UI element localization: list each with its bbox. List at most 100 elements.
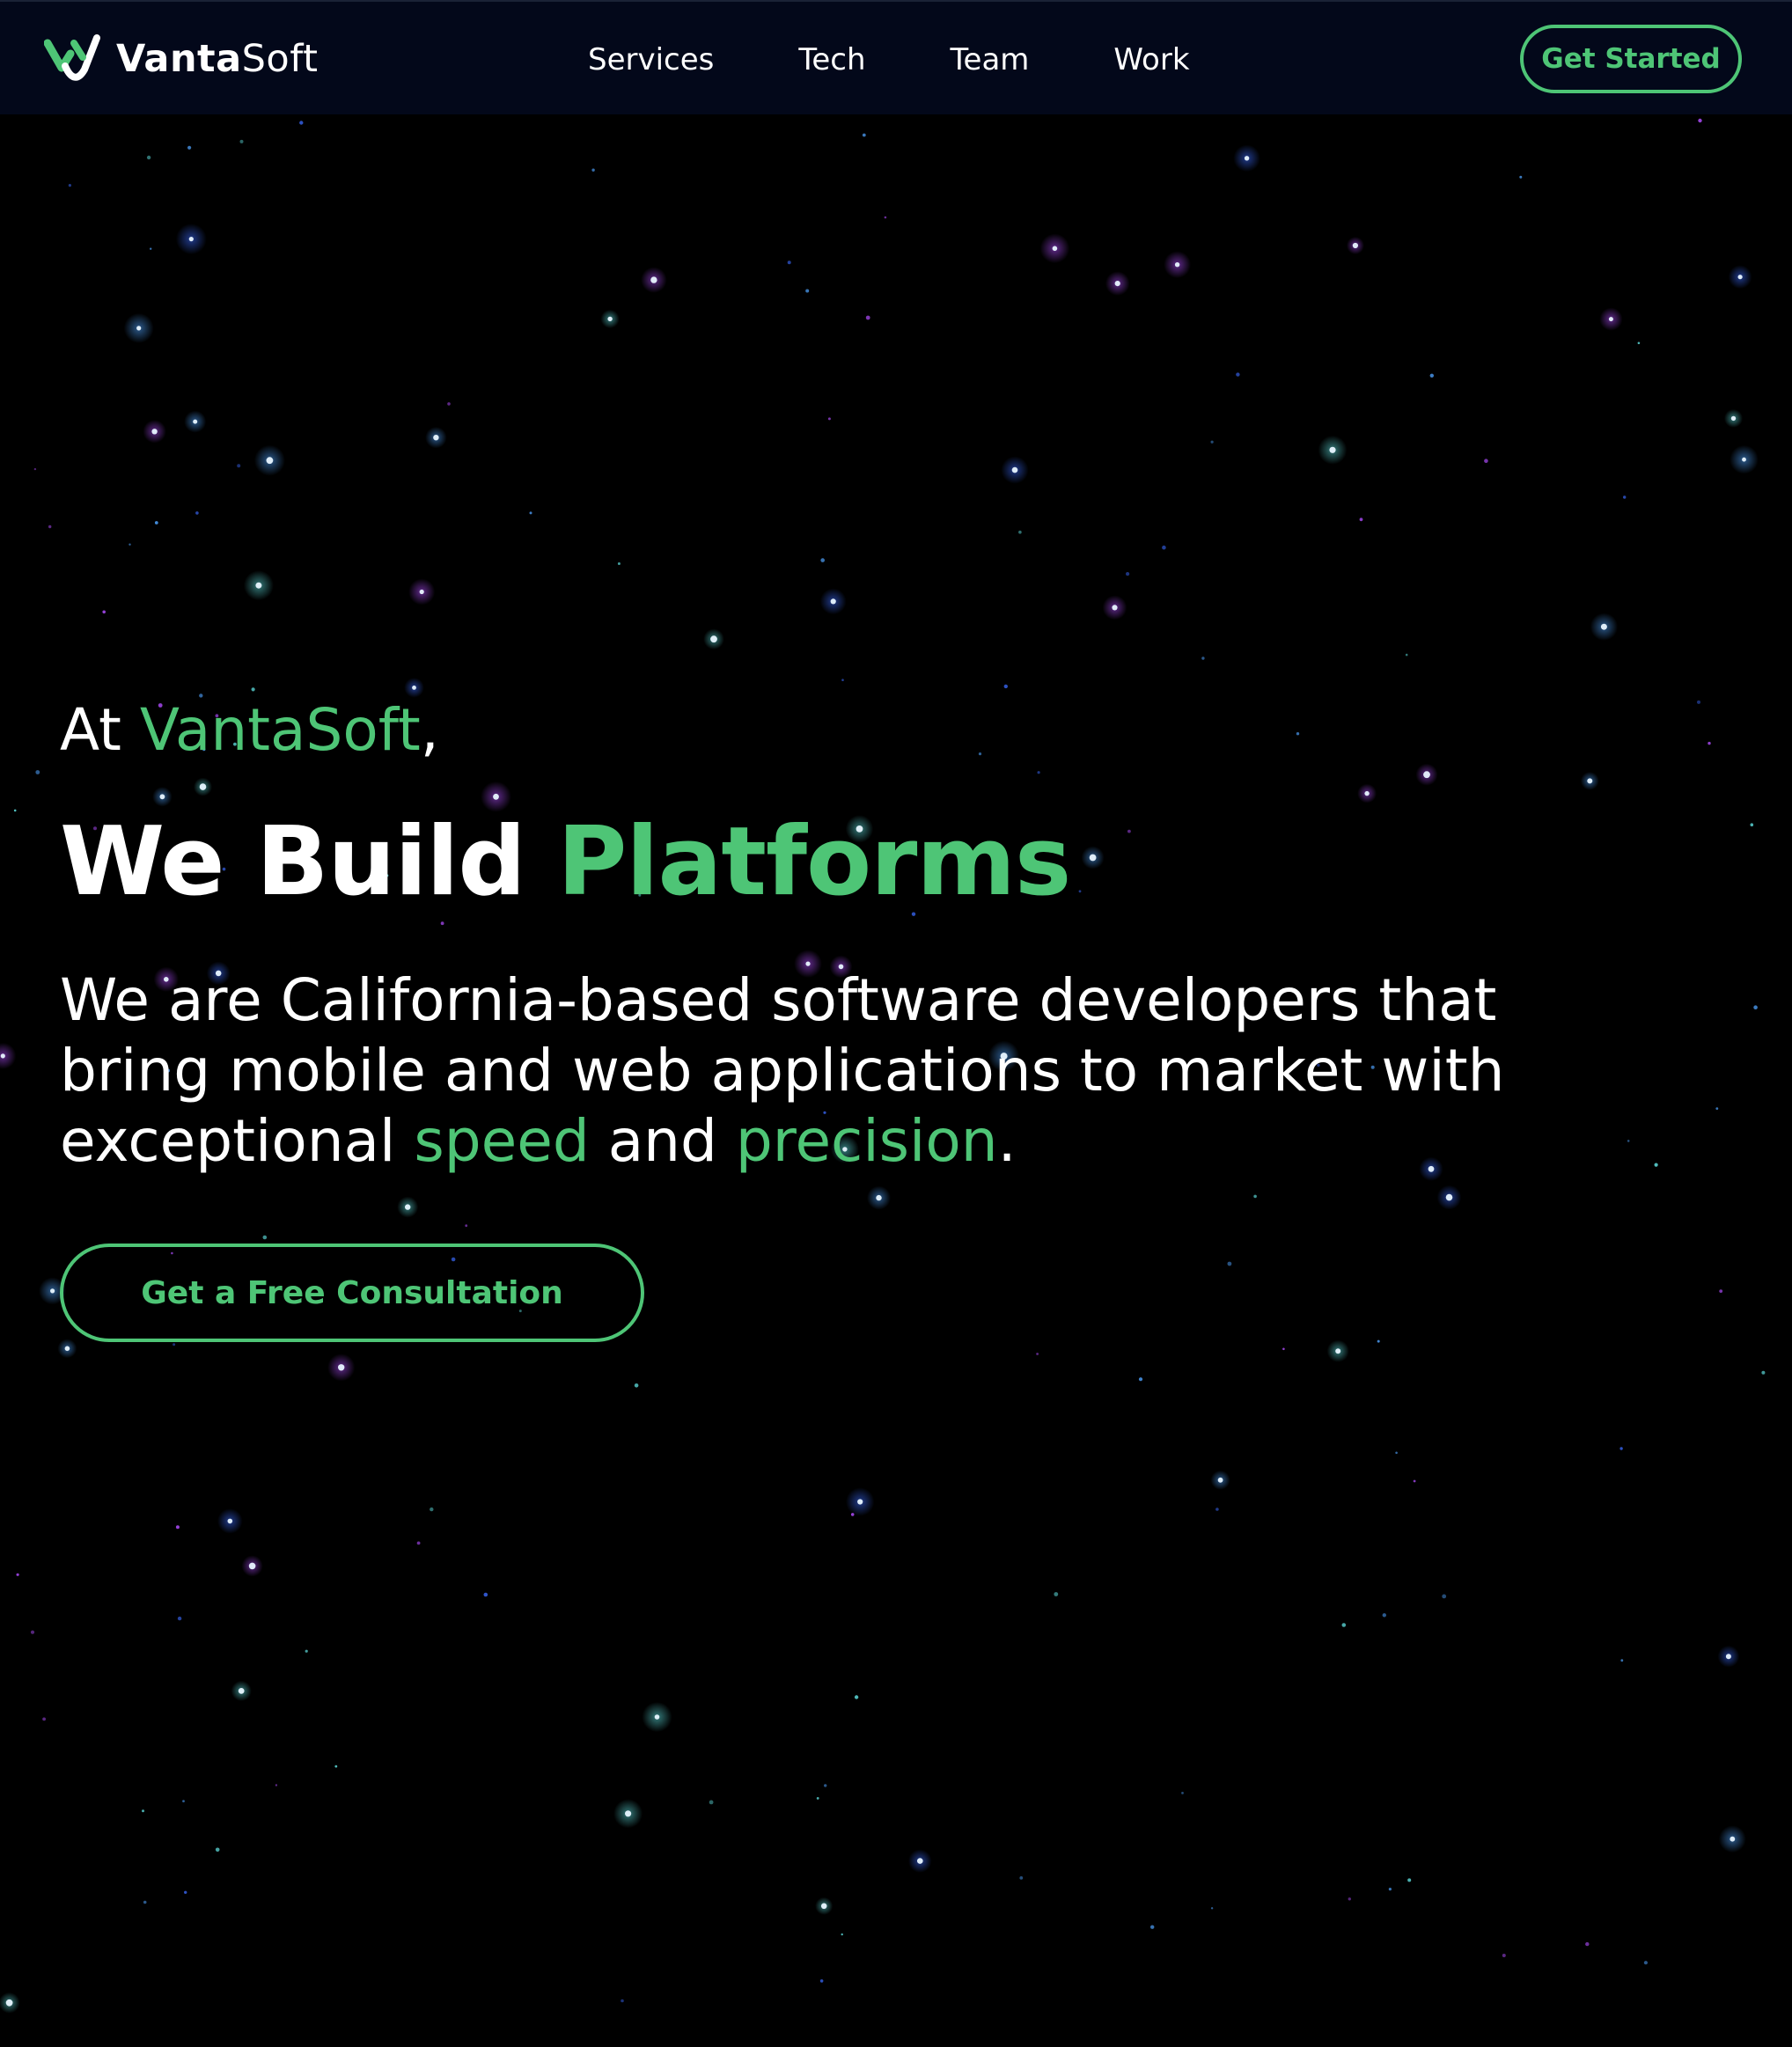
star — [529, 511, 532, 515]
star — [416, 1541, 421, 1545]
nav-link-work[interactable]: Work — [1113, 42, 1189, 77]
star — [1623, 495, 1627, 499]
hero-section: At VantaSoft, We Build Platforms We are … — [60, 691, 1732, 1342]
star — [600, 309, 620, 328]
star — [1590, 613, 1619, 641]
star — [483, 1592, 488, 1597]
star — [425, 427, 447, 449]
star — [824, 1784, 827, 1787]
star — [1643, 1961, 1648, 1965]
intro-brand: VantaSoft — [139, 696, 421, 764]
star — [143, 1900, 147, 1904]
hero-headline: We Build Platforms — [60, 805, 1732, 920]
star — [709, 1800, 714, 1805]
star — [327, 1354, 356, 1382]
star — [1413, 1479, 1416, 1483]
star — [177, 1616, 182, 1621]
top-nav: VantaSoft Services Tech Team Work Get St… — [0, 0, 1792, 114]
star — [1698, 118, 1702, 123]
lead-line-1: We are California-based software develop… — [60, 966, 1497, 1034]
lead-line-2: bring mobile and web applications to mar… — [60, 1037, 1505, 1104]
lead-line-3-start: exceptional — [60, 1107, 415, 1175]
star — [1502, 1954, 1506, 1957]
vantasoft-logo-icon — [44, 34, 100, 81]
star — [13, 809, 17, 812]
star — [1036, 1353, 1039, 1355]
star — [102, 610, 106, 614]
star — [1210, 1470, 1230, 1490]
star — [1717, 1645, 1740, 1668]
star — [173, 1343, 176, 1346]
star — [143, 420, 166, 444]
free-consultation-button[interactable]: Get a Free Consultation — [60, 1244, 644, 1342]
star — [195, 511, 199, 515]
star — [1382, 1613, 1387, 1618]
star — [1215, 1508, 1219, 1511]
lead-word-precision: precision — [735, 1107, 998, 1175]
star — [1003, 684, 1009, 689]
star — [787, 260, 791, 265]
star — [305, 1649, 308, 1653]
hero-lead: We are California-based software develop… — [60, 965, 1732, 1177]
star — [184, 1890, 187, 1894]
star — [1150, 1925, 1155, 1929]
star — [1429, 373, 1435, 378]
star — [846, 1487, 875, 1516]
star — [275, 1784, 278, 1787]
star — [815, 1897, 834, 1915]
star — [1620, 1659, 1624, 1662]
star — [1484, 459, 1488, 463]
nav-link-team[interactable]: Team — [951, 42, 1030, 77]
star — [1637, 341, 1641, 345]
star — [1102, 595, 1127, 620]
star — [1201, 657, 1205, 660]
star — [819, 1979, 824, 1983]
star — [0, 1992, 20, 2014]
star — [1105, 271, 1130, 296]
star — [253, 444, 285, 476]
star — [146, 155, 151, 160]
star — [841, 679, 844, 681]
star — [215, 1847, 220, 1853]
star — [447, 402, 451, 406]
star — [642, 1701, 672, 1733]
star — [1346, 237, 1364, 254]
star — [1718, 1825, 1746, 1853]
intro-suffix: , — [420, 696, 439, 764]
star — [175, 1525, 180, 1530]
star — [1019, 1876, 1024, 1880]
star — [1761, 1370, 1766, 1375]
star — [243, 570, 274, 601]
star — [1326, 1339, 1349, 1362]
star — [617, 562, 621, 565]
star — [1728, 265, 1752, 290]
star — [187, 145, 192, 150]
star — [1236, 372, 1240, 377]
star — [1619, 1447, 1623, 1450]
star — [634, 1383, 639, 1388]
star — [1348, 1897, 1352, 1901]
nav-link-services[interactable]: Services — [588, 42, 714, 77]
star — [154, 521, 158, 525]
star — [1388, 1888, 1392, 1891]
brand-name-light: Soft — [241, 37, 319, 81]
star — [1018, 530, 1022, 534]
star — [1282, 1347, 1285, 1351]
lead-word-speed: speed — [414, 1107, 590, 1175]
nav-link-tech[interactable]: Tech — [798, 42, 865, 77]
brand-name: VantaSoft — [116, 37, 319, 81]
star — [231, 1680, 252, 1701]
star — [430, 1507, 434, 1512]
brand-logo[interactable]: VantaSoft — [44, 28, 319, 90]
star — [1162, 545, 1166, 550]
star — [827, 417, 831, 421]
star — [16, 1573, 19, 1576]
get-started-button[interactable]: Get Started — [1520, 25, 1742, 93]
star — [1341, 1623, 1347, 1627]
star — [1395, 1451, 1398, 1455]
star — [1210, 1907, 1214, 1910]
star — [841, 1933, 843, 1936]
page: VantaSoft Services Tech Team Work Get St… — [0, 0, 1792, 2047]
star — [334, 1765, 338, 1768]
star — [184, 410, 207, 433]
